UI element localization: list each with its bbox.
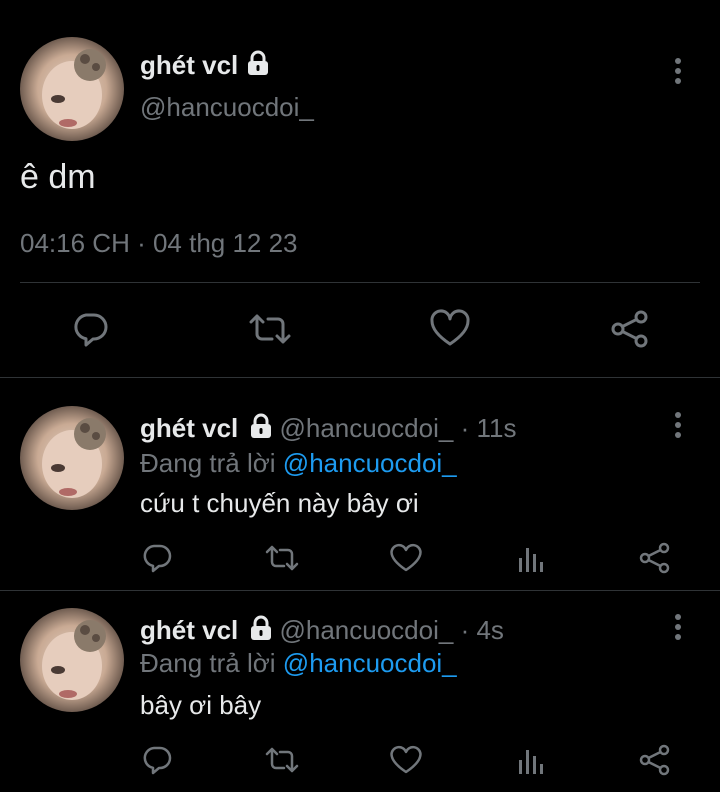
handle[interactable]: @hancuocdoi_ <box>279 615 453 645</box>
tweet-text: bây ơi bây <box>140 690 262 720</box>
lock-icon <box>247 614 275 642</box>
reply-icon[interactable] <box>141 744 173 776</box>
display-name[interactable]: ghét vcl <box>140 615 238 645</box>
display-name[interactable]: ghét vcl <box>140 50 238 81</box>
mention-link[interactable]: @hancuocdoi_ <box>283 448 457 478</box>
replying-to: Đang trả lời @hancuocdoi_ <box>140 448 457 478</box>
share-icon[interactable] <box>638 744 672 776</box>
divider <box>0 590 720 591</box>
lock-icon <box>247 412 275 440</box>
reply-time[interactable]: · 11s <box>461 413 517 443</box>
mention-link[interactable]: @hancuocdoi_ <box>283 648 457 678</box>
reply-time[interactable]: · 4s <box>461 615 504 645</box>
reply-header: ghét vcl @hancuocdoi_ · 11s <box>140 412 516 444</box>
like-icon[interactable] <box>389 744 423 776</box>
lock-icon <box>244 49 272 77</box>
retweet-icon[interactable] <box>264 542 300 574</box>
replying-to: Đang trả lời @hancuocdoi_ <box>140 648 457 678</box>
divider <box>0 377 720 378</box>
reply-header: ghét vcl @hancuocdoi_ · 4s <box>140 614 504 646</box>
retweet-icon[interactable] <box>264 744 300 776</box>
like-icon[interactable] <box>389 542 423 574</box>
more-options-icon[interactable] <box>675 58 681 88</box>
analytics-icon[interactable] <box>517 544 545 574</box>
more-options-icon[interactable] <box>675 614 681 644</box>
tweet-text: ê dm <box>20 158 96 196</box>
share-icon[interactable] <box>609 309 651 349</box>
share-icon[interactable] <box>638 542 672 574</box>
timestamp[interactable]: 04:16 CH · 04 thg 12 23 <box>20 228 298 259</box>
retweet-icon[interactable] <box>247 309 293 349</box>
more-options-icon[interactable] <box>675 412 681 442</box>
avatar[interactable] <box>20 37 124 141</box>
analytics-icon[interactable] <box>517 746 545 776</box>
avatar[interactable] <box>20 406 124 510</box>
reply-icon[interactable] <box>70 309 110 349</box>
reply-icon[interactable] <box>141 542 173 574</box>
handle[interactable]: @hancuocdoi_ <box>140 92 314 123</box>
divider <box>20 282 700 283</box>
handle[interactable]: @hancuocdoi_ <box>279 413 453 443</box>
avatar[interactable] <box>20 608 124 712</box>
display-name[interactable]: ghét vcl <box>140 413 238 443</box>
tweet-text: cứu t chuyến này bây ơi <box>140 488 419 518</box>
like-icon[interactable] <box>429 309 471 349</box>
